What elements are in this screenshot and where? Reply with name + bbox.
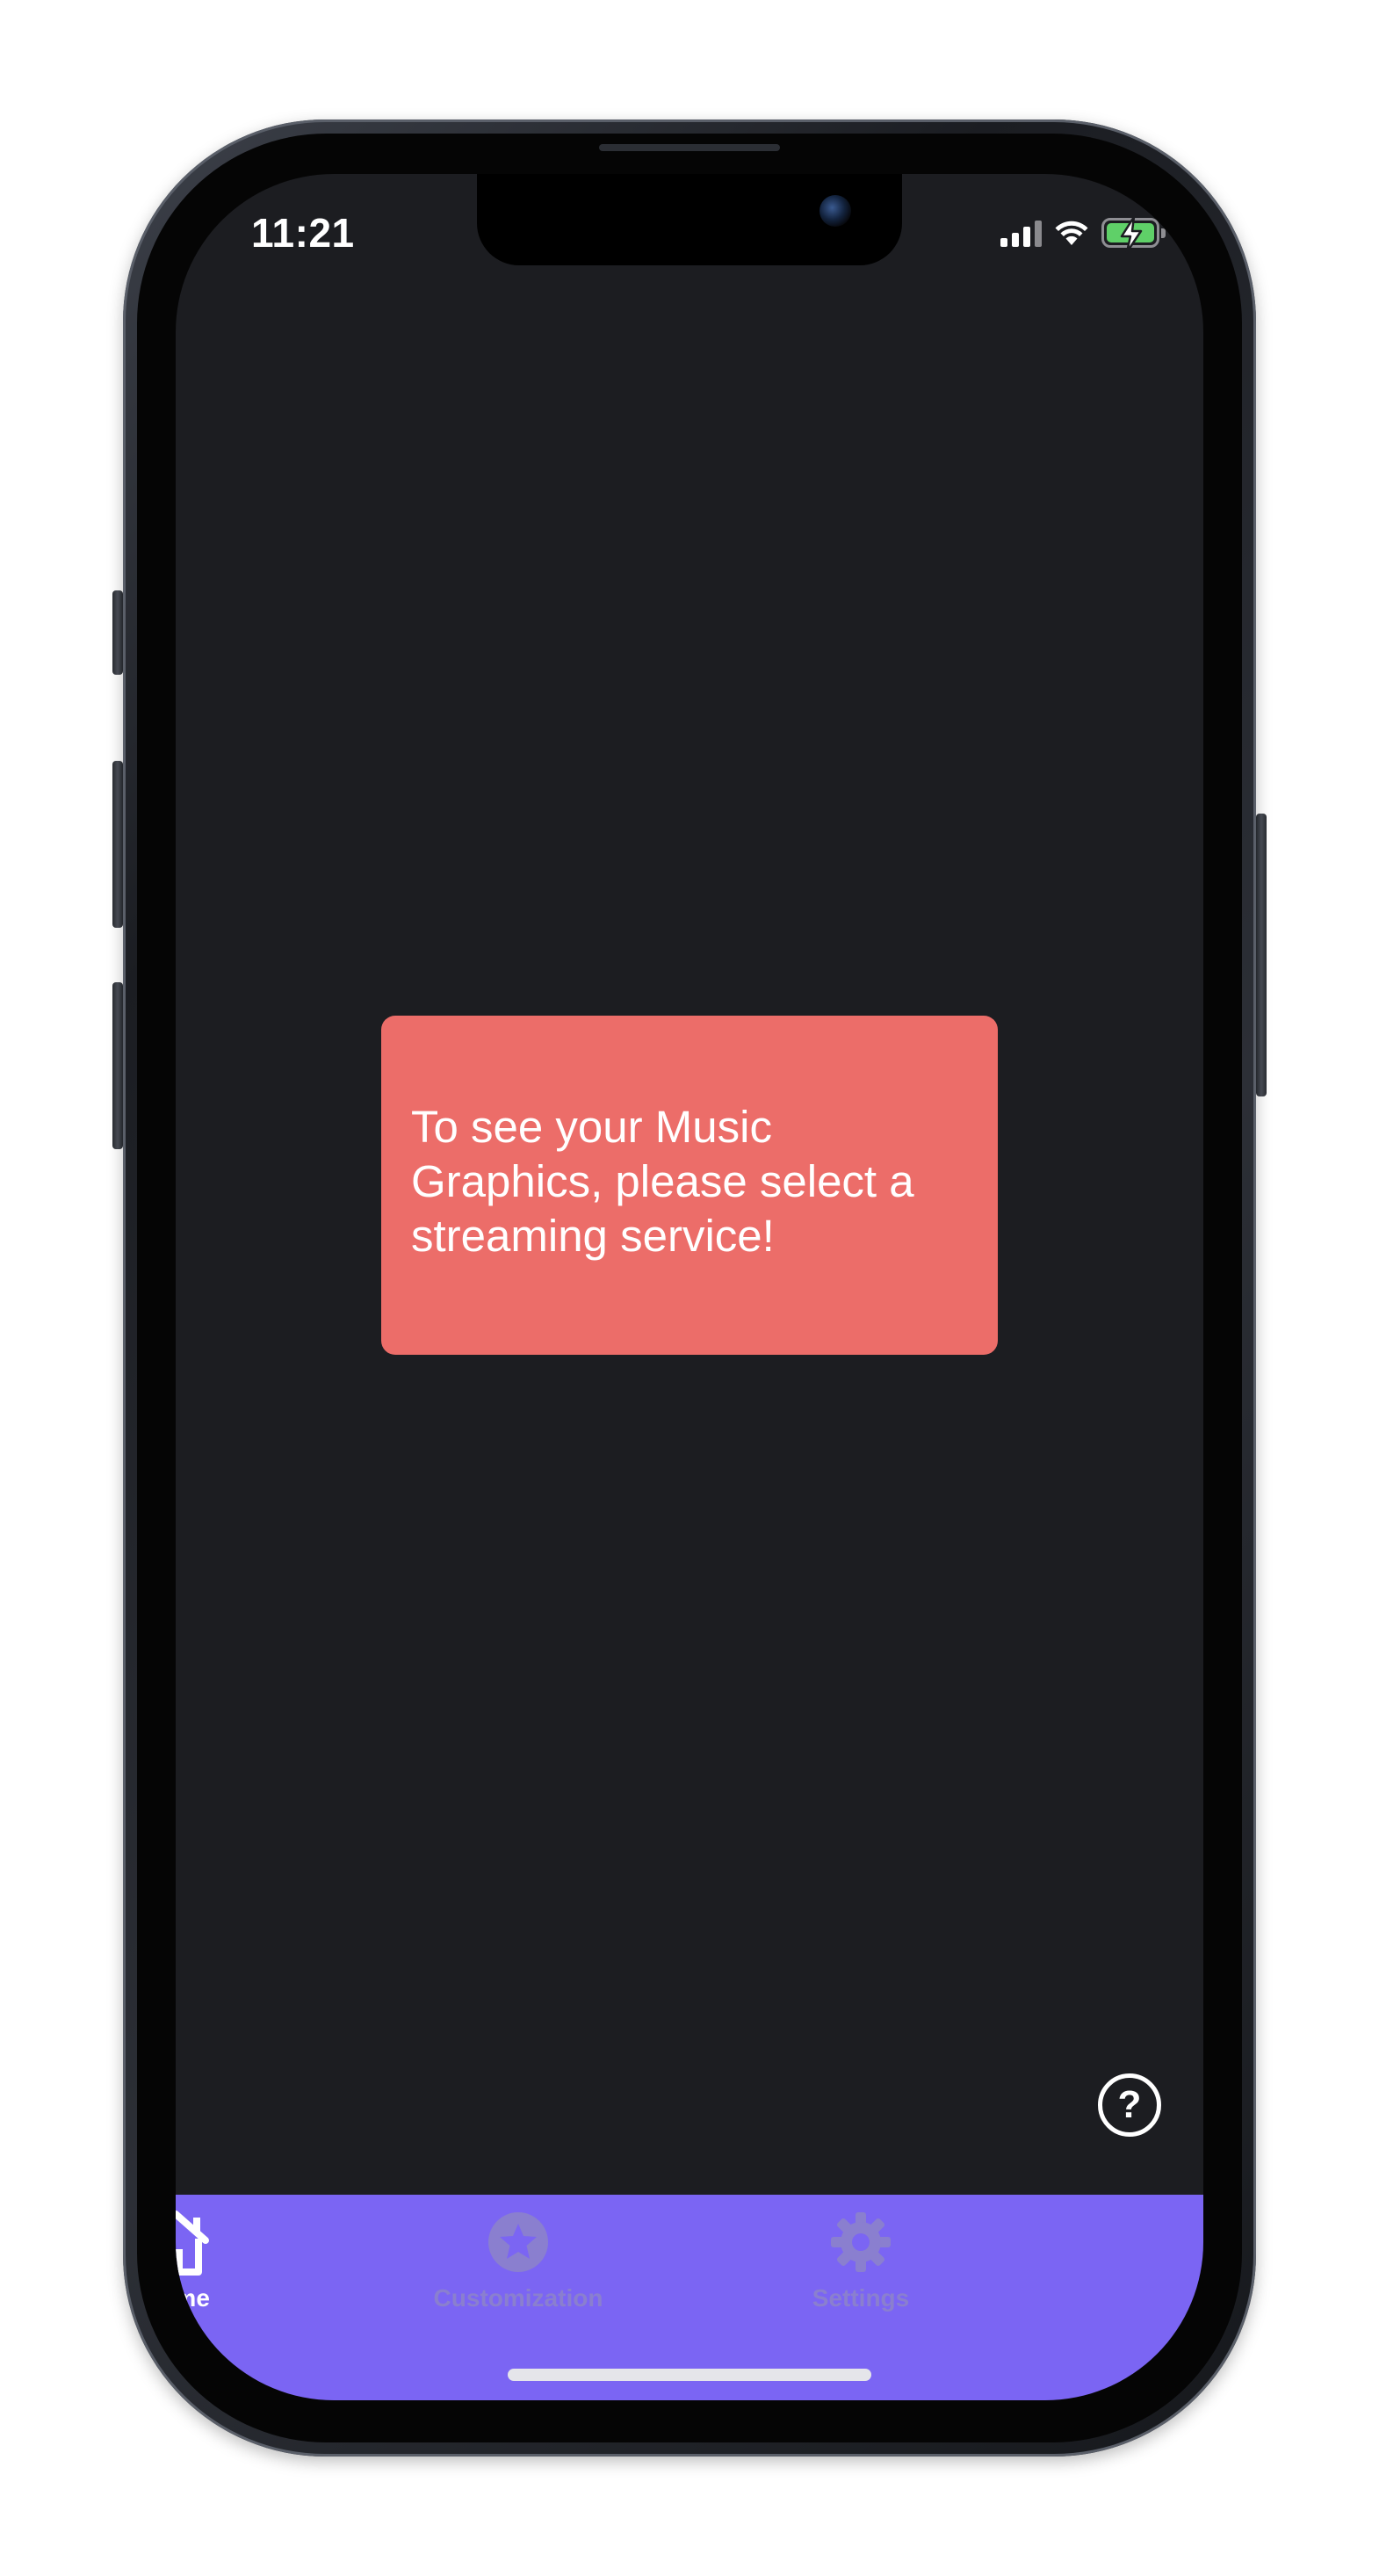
tab-customization-label: Customization: [433, 2284, 603, 2312]
battery-charging-icon: [1101, 215, 1166, 254]
star-circle-icon: [483, 2207, 553, 2277]
tab-home[interactable]: Home: [176, 2195, 347, 2326]
app-screen: 11:21 To see your Music Graphics, please…: [176, 174, 1203, 2400]
tab-customization[interactable]: Customization: [347, 2195, 690, 2326]
home-indicator: [508, 2369, 871, 2381]
notch: [477, 174, 902, 265]
status-time: 11:21: [251, 210, 355, 256]
front-camera: [819, 195, 851, 227]
power-button: [1256, 814, 1267, 1096]
cellular-signal-icon: [1000, 219, 1042, 247]
device-mockup: 11:21 To see your Music Graphics, please…: [0, 0, 1379, 2576]
tab-home-label: Home: [176, 2284, 210, 2312]
volume-up-button: [112, 761, 123, 928]
house-icon: [176, 2207, 211, 2277]
tab-settings[interactable]: Settings: [690, 2195, 1032, 2326]
earpiece-speaker: [599, 144, 780, 151]
gear-icon: [826, 2207, 896, 2277]
select-service-message: To see your Music Graphics, please selec…: [381, 1016, 998, 1355]
message-text: To see your Music Graphics, please selec…: [411, 1102, 914, 1261]
question-circle-icon: ?: [1117, 2083, 1142, 2126]
wifi-icon: [1055, 221, 1088, 245]
status-icons: [1000, 215, 1166, 254]
volume-down-button: [112, 982, 123, 1149]
tab-settings-label: Settings: [812, 2284, 910, 2312]
help-button[interactable]: ?: [1098, 2073, 1161, 2137]
silent-switch: [112, 590, 123, 675]
